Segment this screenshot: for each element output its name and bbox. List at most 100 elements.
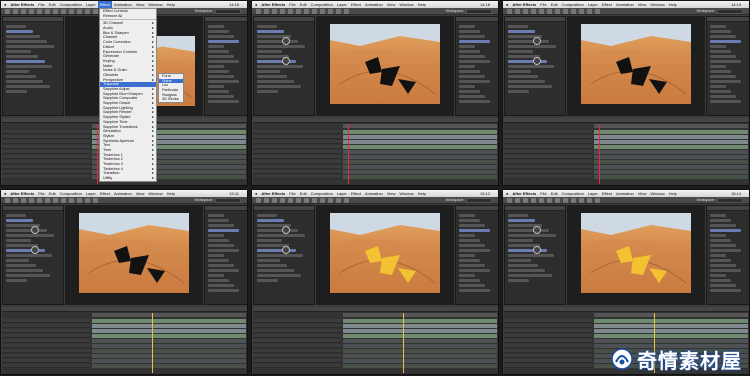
tool-icon[interactable]	[523, 198, 528, 203]
tool-icon[interactable]	[571, 198, 576, 203]
tool-icon[interactable]	[21, 9, 26, 14]
preset-row[interactable]	[710, 254, 726, 257]
menu-help[interactable]: Help	[165, 190, 177, 197]
apple-icon[interactable]: ●	[252, 1, 259, 8]
tool-icon[interactable]	[296, 9, 301, 14]
effect-param-row[interactable]	[257, 30, 284, 33]
effect-param-row[interactable]	[508, 264, 538, 267]
preset-row[interactable]	[208, 219, 229, 222]
effect-param-row[interactable]	[6, 50, 31, 53]
tool-icon[interactable]	[53, 198, 58, 203]
tool-icon[interactable]	[531, 9, 536, 14]
preset-row[interactable]	[710, 289, 741, 292]
preset-row[interactable]	[459, 239, 480, 242]
preset-row[interactable]	[208, 85, 224, 88]
layer-duration-bar[interactable]	[343, 324, 497, 328]
layer-duration-bar[interactable]	[92, 364, 246, 368]
angle-knob[interactable]	[533, 226, 541, 234]
layer-row[interactable]	[2, 349, 90, 353]
tool-icon[interactable]	[587, 198, 592, 203]
angle-knob[interactable]	[282, 37, 290, 45]
tool-icon[interactable]	[587, 9, 592, 14]
angle-knob[interactable]	[533, 37, 541, 45]
composition-viewer[interactable]	[316, 16, 454, 116]
menu-file[interactable]: File	[287, 1, 297, 8]
layer-row[interactable]	[253, 170, 341, 174]
tool-icon[interactable]	[69, 198, 74, 203]
tool-icon[interactable]	[563, 198, 568, 203]
effect-param-row[interactable]	[257, 25, 277, 28]
tool-icon[interactable]	[85, 9, 90, 14]
preset-row[interactable]	[459, 100, 490, 103]
layer-duration-bar[interactable]	[594, 165, 748, 169]
preset-row[interactable]	[459, 35, 485, 38]
layer-duration-bar[interactable]	[594, 150, 748, 154]
preset-row[interactable]	[459, 234, 475, 237]
layer-duration-bar[interactable]	[343, 160, 497, 164]
menu-composition[interactable]: Composition	[58, 1, 84, 8]
tool-icon[interactable]	[77, 198, 82, 203]
preset-row[interactable]	[208, 50, 229, 53]
effect-param-row[interactable]	[6, 259, 29, 262]
tool-icon[interactable]	[344, 198, 349, 203]
layer-row[interactable]	[2, 155, 90, 159]
preset-row[interactable]	[710, 239, 731, 242]
layer-row[interactable]	[253, 364, 341, 368]
tool-icon[interactable]	[264, 9, 269, 14]
preset-row[interactable]	[710, 65, 726, 68]
menu-edit[interactable]: Edit	[298, 190, 309, 197]
menu-layer[interactable]: Layer	[84, 1, 98, 8]
effect-param-row[interactable]	[508, 214, 528, 217]
tool-icon[interactable]	[256, 9, 261, 14]
layer-duration-bar[interactable]	[594, 324, 748, 328]
effect-param-row[interactable]	[6, 279, 27, 282]
layer-row[interactable]	[2, 329, 90, 333]
menu-window[interactable]: Window	[146, 190, 164, 197]
layer-row[interactable]	[2, 359, 90, 363]
effect-param-row[interactable]	[6, 40, 47, 43]
layer-duration-bar[interactable]	[343, 175, 497, 179]
layer-duration-bar[interactable]	[594, 145, 748, 149]
tool-icon[interactable]	[29, 9, 34, 14]
tool-icon[interactable]	[531, 198, 536, 203]
layer-row[interactable]	[253, 145, 341, 149]
layer-duration-bar[interactable]	[343, 130, 497, 134]
angle-knob[interactable]	[31, 226, 39, 234]
preset-row[interactable]	[459, 264, 485, 267]
menu-effect[interactable]: Effect	[98, 190, 112, 197]
menu-effect[interactable]: Effect	[97, 1, 112, 8]
layer-row[interactable]	[504, 324, 592, 328]
tool-icon[interactable]	[579, 198, 584, 203]
menu-layer[interactable]: Layer	[84, 190, 98, 197]
layer-duration-bar[interactable]	[594, 329, 748, 333]
preset-row[interactable]	[208, 35, 234, 38]
preset-row[interactable]	[710, 55, 736, 58]
preset-row[interactable]	[710, 95, 736, 98]
preset-row[interactable]	[710, 100, 741, 103]
layer-row[interactable]	[2, 170, 90, 174]
layer-row[interactable]	[2, 160, 90, 164]
preset-row[interactable]	[459, 55, 485, 58]
effect-param-row[interactable]	[6, 234, 54, 237]
effect-param-row[interactable]	[6, 219, 33, 222]
tool-icon[interactable]	[296, 198, 301, 203]
preset-row[interactable]	[710, 229, 741, 232]
effect-param-row[interactable]	[508, 239, 533, 242]
tool-icon[interactable]	[256, 198, 261, 203]
effect-param-row[interactable]	[508, 50, 533, 53]
preset-row[interactable]	[710, 70, 731, 73]
menu-view[interactable]: View	[636, 1, 649, 8]
tool-icon[interactable]	[336, 9, 341, 14]
preset-row[interactable]	[710, 30, 731, 33]
tool-icon[interactable]	[539, 198, 544, 203]
preset-row[interactable]	[710, 284, 736, 287]
layer-row[interactable]	[504, 359, 592, 363]
workspace-select[interactable]	[466, 9, 492, 14]
layer-duration-bar[interactable]	[594, 130, 748, 134]
app-name[interactable]: After Effects	[510, 190, 538, 197]
tool-icon[interactable]	[61, 9, 66, 14]
layer-duration-bar[interactable]	[92, 339, 246, 343]
preset-row[interactable]	[710, 85, 726, 88]
preset-row[interactable]	[710, 45, 726, 48]
preset-row[interactable]	[208, 224, 234, 227]
